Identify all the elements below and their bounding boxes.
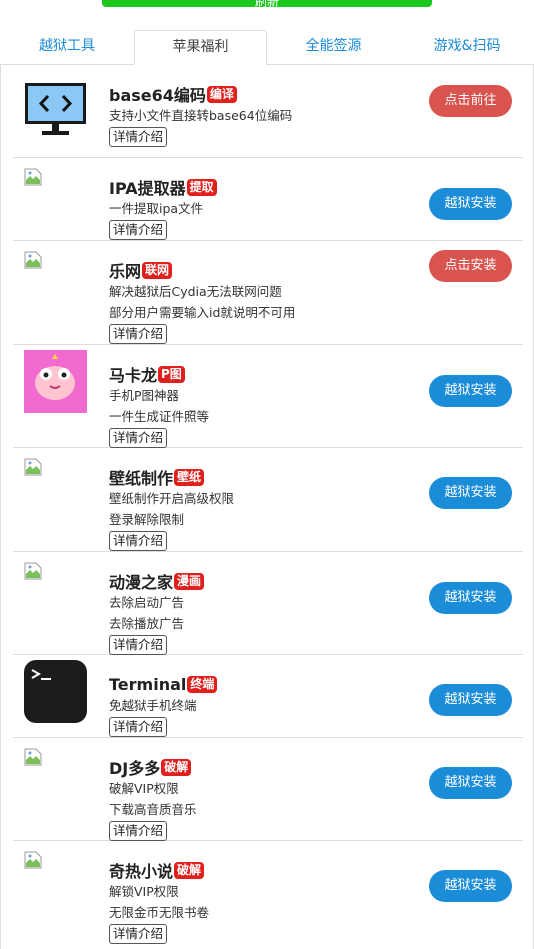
refresh-button[interactable]: 刷新 <box>102 0 432 7</box>
list-item: Terminal 终端 免越狱手机终端 详情介绍 越狱安装 <box>13 655 523 738</box>
tab-jailbreak-tools[interactable]: 越狱工具 <box>0 30 134 65</box>
list-item: 壁纸制作 壁纸 壁纸制作开启高级权限 登录解除限制 详情介绍 越狱安装 <box>13 448 523 552</box>
app-description: 支持小文件直接转base64位编码 <box>109 108 293 123</box>
category-badge: 终端 <box>187 675 218 693</box>
detail-button[interactable]: 详情介绍 <box>109 821 168 841</box>
detail-button[interactable]: 详情介绍 <box>109 924 168 944</box>
app-name: 乐网 <box>109 262 142 281</box>
terminal-app-icon <box>24 660 87 723</box>
category-badge: 漫画 <box>174 572 205 590</box>
app-description: 去除播放广告 <box>109 616 185 631</box>
detail-button[interactable]: 详情介绍 <box>109 531 168 551</box>
app-description: 壁纸制作开启高级权限 <box>109 491 235 506</box>
list-item: base64编码 编译 支持小文件直接转base64位编码 详情介绍 点击前往 <box>13 65 523 158</box>
detail-button[interactable]: 详情介绍 <box>109 220 168 240</box>
broken-image-icon <box>24 748 42 766</box>
app-description: 破解VIP权限 <box>109 781 179 796</box>
category-badge: 提取 <box>186 178 217 196</box>
app-name: Terminal <box>109 674 187 694</box>
app-name: IPA提取器 <box>109 179 186 198</box>
category-badge: 编译 <box>206 85 237 103</box>
list-item: 马卡龙 P图 手机P图神器 一件生成证件照等 详情介绍 越狱安装 <box>13 345 523 448</box>
install-button[interactable]: 越狱安装 <box>429 870 512 902</box>
detail-button[interactable]: 详情介绍 <box>109 635 168 655</box>
install-button[interactable]: 越狱安装 <box>429 767 512 799</box>
detail-button[interactable]: 详情介绍 <box>109 717 168 737</box>
broken-image-icon <box>24 251 42 269</box>
app-description: 免越狱手机终端 <box>109 698 197 713</box>
detail-button[interactable]: 详情介绍 <box>109 428 168 448</box>
app-description: 无限金币无限书卷 <box>109 905 210 920</box>
detail-button[interactable]: 详情介绍 <box>109 127 168 147</box>
install-button[interactable]: 越狱安装 <box>429 684 512 716</box>
app-description: 去除启动广告 <box>109 595 185 610</box>
category-badge: 壁纸 <box>174 468 205 486</box>
app-list-panel: base64编码 编译 支持小文件直接转base64位编码 详情介绍 点击前往 I… <box>0 64 534 949</box>
tab-signing-sources[interactable]: 全能签源 <box>267 30 400 65</box>
list-item: 动漫之家 漫画 去除启动广告 去除播放广告 详情介绍 越狱安装 <box>13 552 523 655</box>
app-name: 奇热小说 <box>109 862 174 881</box>
app-name: 壁纸制作 <box>109 469 174 488</box>
list-item: IPA提取器 提取 一件提取ipa文件 详情介绍 越狱安装 <box>13 158 523 241</box>
monitor-code-icon <box>25 83 86 135</box>
category-badge: 破解 <box>161 758 192 776</box>
app-name: 动漫之家 <box>109 573 174 592</box>
list-item: 奇热小说 破解 解锁VIP权限 无限金币无限书卷 详情介绍 越狱安装 <box>13 841 523 949</box>
install-button[interactable]: 越狱安装 <box>429 477 512 509</box>
broken-image-icon <box>24 562 42 580</box>
category-badge: 破解 <box>174 861 205 879</box>
go-button[interactable]: 点击前往 <box>429 85 512 117</box>
app-description: 下载高音质音乐 <box>109 802 197 817</box>
install-button[interactable]: 点击安装 <box>429 250 512 282</box>
tab-apple-benefits[interactable]: 苹果福利 <box>134 30 267 65</box>
broken-image-icon <box>24 458 42 476</box>
broken-image-icon <box>24 851 42 869</box>
app-name: 马卡龙 <box>109 366 158 385</box>
list-item: 乐网 联网 解决越狱后Cydia无法联网问题 部分用户需要输入id就说明不可用 详… <box>13 241 523 345</box>
app-name: base64编码 <box>109 86 206 105</box>
macaron-app-icon <box>24 350 87 413</box>
tab-games-scan[interactable]: 游戏&扫码 <box>400 30 534 65</box>
app-description: 一件提取ipa文件 <box>109 201 204 216</box>
app-description: 部分用户需要输入id就说明不可用 <box>109 305 296 320</box>
app-description: 手机P图神器 <box>109 388 180 403</box>
app-description: 解决越狱后Cydia无法联网问题 <box>109 284 282 299</box>
tab-bar: 越狱工具 苹果福利 全能签源 游戏&扫码 <box>0 30 534 65</box>
app-description: 一件生成证件照等 <box>109 409 210 424</box>
app-name: DJ多多 <box>109 759 161 778</box>
app-description: 解锁VIP权限 <box>109 884 179 899</box>
category-badge: P图 <box>158 365 185 383</box>
install-button[interactable]: 越狱安装 <box>429 582 512 614</box>
list-item: DJ多多 破解 破解VIP权限 下载高音质音乐 详情介绍 越狱安装 <box>13 738 523 841</box>
category-badge: 联网 <box>142 261 173 279</box>
install-button[interactable]: 越狱安装 <box>429 375 512 407</box>
detail-button[interactable]: 详情介绍 <box>109 324 168 344</box>
broken-image-icon <box>24 168 42 186</box>
app-description: 登录解除限制 <box>109 512 185 527</box>
install-button[interactable]: 越狱安装 <box>429 188 512 220</box>
